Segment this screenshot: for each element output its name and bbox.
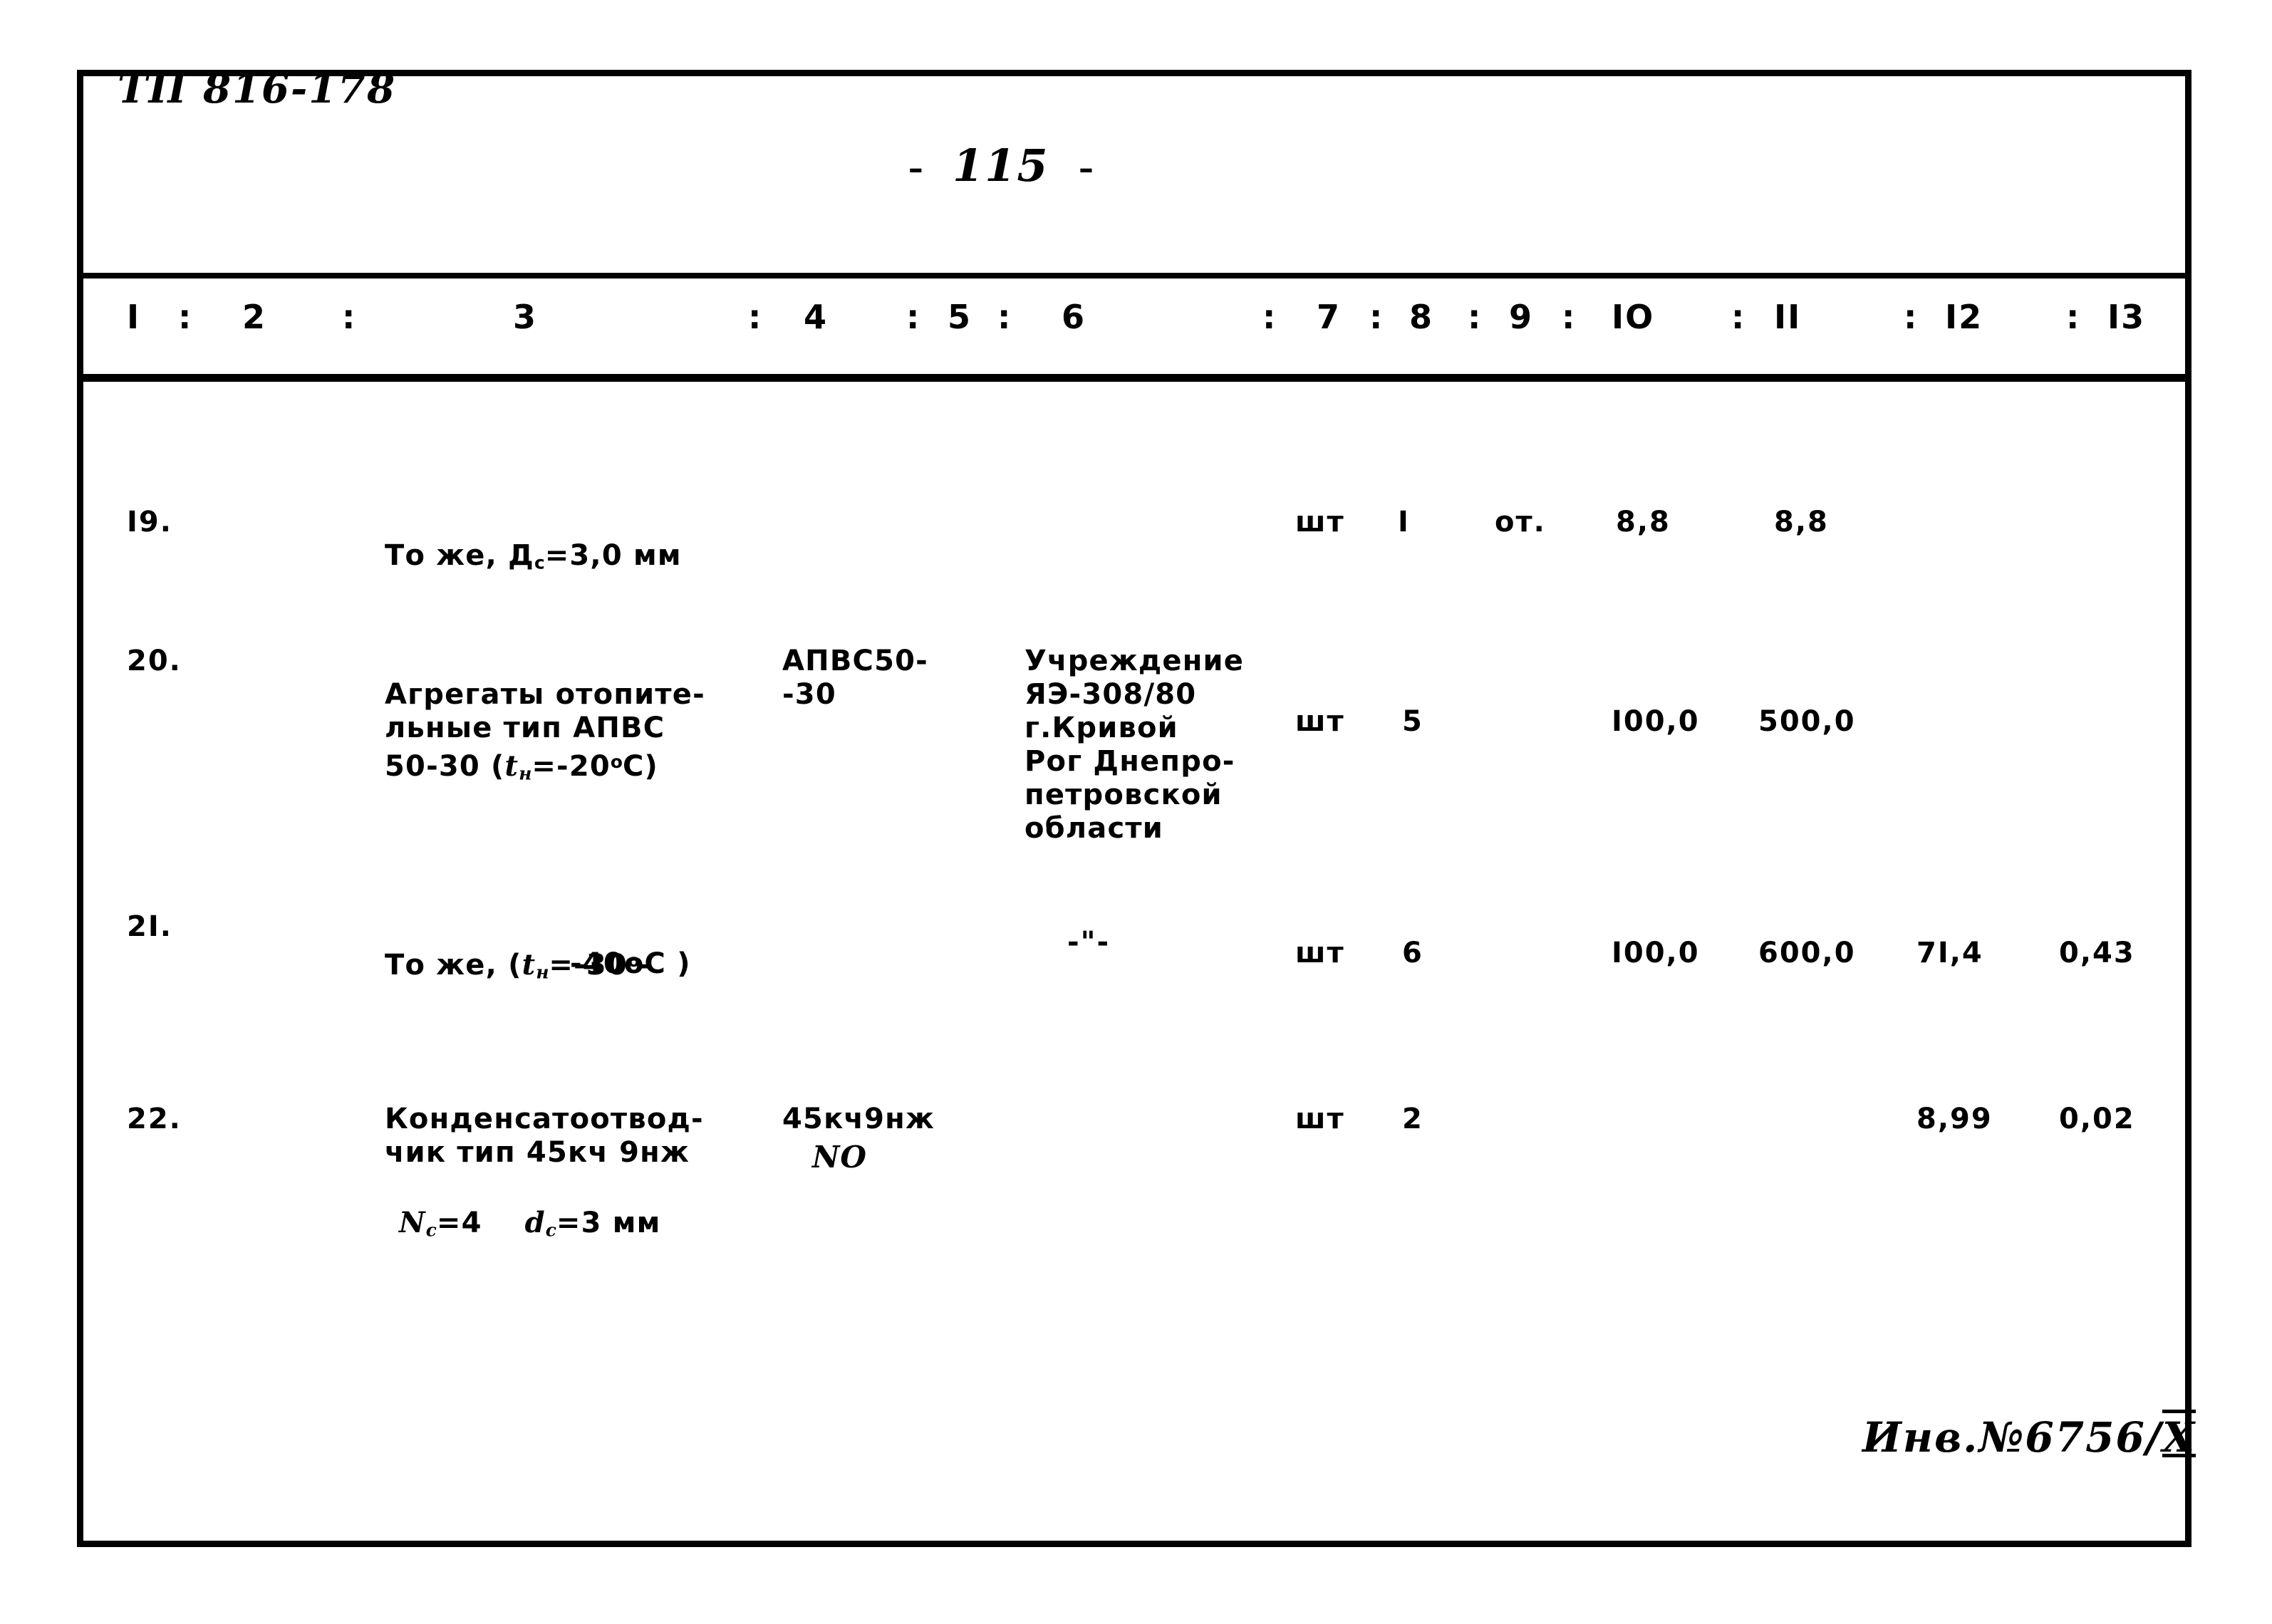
row-19-name: То же, Дс=3,0 мм: [385, 506, 682, 579]
row-19-unit: шт: [1295, 506, 1345, 538]
row-22-unit: шт: [1295, 1103, 1345, 1135]
column-separator-5: :: [997, 298, 1011, 336]
row-22-col11: 8,99: [1916, 1103, 1993, 1135]
row-21-name-variable-subscript: н: [536, 962, 549, 983]
column-separator-12: :: [2066, 298, 2080, 336]
column-header-4: 4: [804, 298, 829, 336]
document-page: ТП 816-178 - 115 - I : 2 : 3 : 4 : 5 : 6…: [0, 0, 2272, 1624]
column-header-12: I2: [1945, 298, 1983, 336]
table-column-header-row: I : 2 : 3 : 4 : 5 : 6 : 7 : 8 : 9 : IO :…: [0, 298, 2272, 399]
row-22-param-n: N: [399, 1206, 426, 1239]
row-21-col11: 7I,4: [1916, 937, 1983, 969]
row-21-quantity: 6: [1402, 937, 1423, 969]
column-header-7: 7: [1317, 298, 1342, 336]
column-header-5: 5: [948, 298, 972, 336]
row-20-quantity: 5: [1402, 705, 1423, 738]
row-22-col12: 0,02: [2059, 1103, 2135, 1135]
row-20-type: АПВС50- -30: [782, 645, 928, 711]
row-20-col9: I00,0: [1612, 705, 1700, 738]
row-22-param-n-subscript: с: [425, 1219, 437, 1241]
row-22-quantity: 2: [1402, 1103, 1423, 1135]
row-20-name-degree: о: [610, 751, 623, 772]
column-header-9: 9: [1509, 298, 1534, 336]
row-22-name: Конденсатоотвод- чик тип 45кч 9нж: [385, 1103, 704, 1169]
inventory-stamp-suffix: Х: [2162, 1413, 2196, 1462]
column-header-2: 2: [242, 298, 267, 336]
row-20-name-variable: t: [504, 749, 519, 784]
row-21-unit: шт: [1295, 937, 1345, 969]
column-header-1: I: [127, 298, 141, 336]
inventory-stamp-prefix: Инв.№6756/: [1862, 1413, 2163, 1462]
column-header-11: II: [1774, 298, 1802, 336]
column-header-6: 6: [1062, 298, 1086, 336]
row-19-col10: 8,8: [1774, 506, 1829, 538]
row-21-col10: 600,0: [1758, 937, 1856, 969]
table-rule-header-top: [83, 273, 2185, 279]
row-22-number: 22.: [127, 1103, 182, 1135]
row-20-supplier: Учреждение ЯЭ-308/80 г.Кривой Рог Днепро…: [1025, 645, 1245, 845]
row-21-col9: I00,0: [1612, 937, 1700, 969]
row-20-name-unit: С): [622, 750, 658, 784]
row-20-name: Агрегаты отопите- льные тип АПВС 50-30 (…: [385, 645, 769, 791]
column-separator-2: :: [342, 298, 356, 336]
row-19-col9: 8,8: [1616, 506, 1671, 538]
row-22-param-n-value: =4: [436, 1207, 482, 1239]
row-19-quantity: I: [1398, 506, 1410, 538]
column-separator-11: :: [1904, 298, 1917, 336]
row-21-name-line2: -40оС ): [570, 947, 691, 980]
column-separator-3: :: [748, 298, 762, 336]
column-separator-8: :: [1468, 298, 1481, 336]
column-separator-7: :: [1369, 298, 1383, 336]
row-22-param-d-subscript: с: [545, 1219, 556, 1241]
column-header-10: IO: [1612, 298, 1655, 336]
row-21-col12: 0,43: [2059, 937, 2135, 969]
row-19-name-part1: То же, Д: [385, 539, 534, 572]
row-22-name-params: Nс=4 dс=3 мм: [399, 1172, 661, 1246]
row-22-type-handwritten-note: NO: [812, 1140, 867, 1175]
row-20-unit: шт: [1295, 705, 1345, 738]
column-header-3: 3: [513, 298, 538, 336]
column-separator-9: :: [1562, 298, 1575, 336]
row-19-col8: от.: [1495, 506, 1546, 538]
column-separator-10: :: [1731, 298, 1745, 336]
row-22-type: 45кч9нж: [782, 1103, 935, 1135]
row-19-name-subscript: с: [534, 552, 545, 573]
row-21-supplier-ditto: -"-: [1067, 926, 1111, 959]
row-19-number: I9.: [127, 506, 172, 538]
column-header-8: 8: [1409, 298, 1434, 336]
column-separator-1: :: [178, 298, 192, 336]
inventory-stamp: Инв.№6756/Х: [1862, 1413, 2196, 1462]
row-22-param-d: d: [524, 1206, 546, 1239]
row-19-name-part2: =3,0 мм: [544, 539, 682, 572]
row-20-col10: 500,0: [1758, 705, 1856, 738]
column-header-13: I3: [2107, 298, 2146, 336]
row-20-number: 20.: [127, 645, 182, 677]
row-21-name-variable: t: [522, 948, 536, 982]
row-21-name-prefix: То же, (: [385, 949, 522, 982]
column-separator-6: :: [1262, 298, 1276, 336]
column-separator-4: :: [906, 298, 920, 336]
row-21-number: 2I.: [127, 910, 172, 943]
row-22-param-d-value: =3 мм: [556, 1207, 661, 1239]
row-20-name-variable-subscript: н: [519, 763, 532, 784]
row-20-name-value: =-20: [531, 750, 611, 784]
